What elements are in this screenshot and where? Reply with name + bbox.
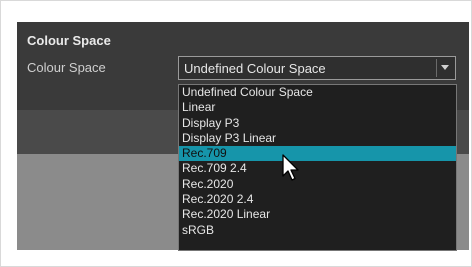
- option-rec-709-2-4[interactable]: Rec.709 2.4: [179, 161, 456, 176]
- colour-space-combobox[interactable]: Undefined Colour Space: [178, 56, 456, 80]
- chevron-down-icon: [441, 65, 449, 70]
- option-rec-2020-linear[interactable]: Rec.2020 Linear: [179, 207, 456, 222]
- option-display-p3[interactable]: Display P3: [179, 116, 456, 131]
- option-srgb[interactable]: sRGB: [179, 223, 456, 238]
- combobox-value: Undefined Colour Space: [184, 61, 326, 76]
- option-rec-2020-2-4[interactable]: Rec.2020 2.4: [179, 192, 456, 207]
- colour-space-dropdown-list[interactable]: Undefined Colour Space Linear Display P3…: [178, 84, 457, 251]
- colour-space-label: Colour Space: [27, 60, 106, 75]
- option-rec-2020[interactable]: Rec.2020: [179, 177, 456, 192]
- option-display-p3-linear[interactable]: Display P3 Linear: [179, 131, 456, 146]
- option-linear[interactable]: Linear: [179, 100, 456, 115]
- dropdown-toggle-button[interactable]: [436, 59, 453, 77]
- section-title: Colour Space: [27, 33, 111, 48]
- mouse-pointer-icon: [282, 154, 299, 181]
- option-undefined-colour-space[interactable]: Undefined Colour Space: [179, 85, 456, 100]
- option-rec-709[interactable]: Rec.709: [179, 146, 456, 162]
